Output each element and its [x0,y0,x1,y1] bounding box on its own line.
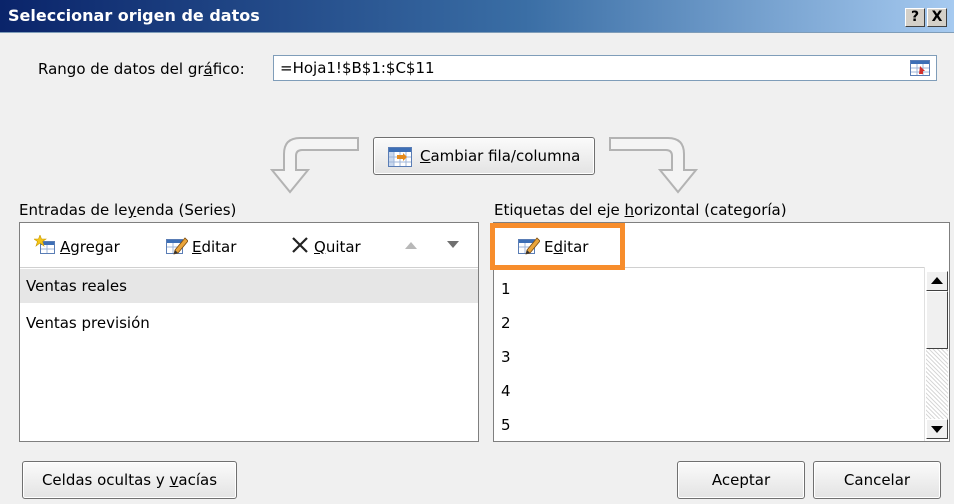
legend-entries-panel: Agregar Editar Quitar Ventas reales Vent… [19,222,479,442]
scroll-up-arrow-icon [931,277,943,284]
highlight-box [490,223,625,270]
category-item-3[interactable]: 3 [494,340,949,374]
help-button[interactable]: ? [905,8,925,27]
move-up-arrow-icon[interactable] [404,240,418,250]
axis-labels-title: Etiquetas del eje horizontal (categoría) [494,201,787,219]
remove-series-button[interactable]: Quitar [290,235,361,256]
curved-arrow-left-icon [269,137,359,194]
select-data-source-dialog: Seleccionar origen de datos ? X Rango de… [0,0,954,504]
close-button[interactable]: X [927,8,947,27]
edit-series-icon [166,237,189,255]
switch-row-column-button[interactable]: Cambiar fila/columna [373,137,595,175]
add-series-icon [33,234,55,254]
dialog-title: Seleccionar origen de datos [8,6,260,25]
edit-series-button[interactable]: Editar [166,235,236,256]
switch-row-column-label: Cambiar fila/columna [420,147,581,165]
hidden-empty-cells-button[interactable]: Celdas ocultas y vacías [22,461,237,499]
scroll-down-button[interactable] [926,419,948,439]
chart-range-value: =Hoja1!$B$1:$C$11 [280,59,435,77]
switch-row-column-icon [388,147,412,167]
legend-toolbar: Agregar Editar Quitar [20,223,478,268]
move-down-arrow-icon[interactable] [446,240,460,250]
scroll-track[interactable] [926,349,948,419]
chart-range-input[interactable]: =Hoja1!$B$1:$C$11 [273,55,937,81]
category-item-1[interactable]: 1 [494,272,949,306]
remove-x-icon [292,237,308,253]
scroll-thumb[interactable] [926,291,948,349]
category-item-4[interactable]: 4 [494,374,949,408]
legend-entries-title: Entradas de leyenda (Series) [19,201,237,219]
scroll-up-button[interactable] [926,271,948,291]
series-item-ventas-reales[interactable]: Ventas reales [20,269,478,303]
category-item-2[interactable]: 2 [494,306,949,340]
chart-range-label: Rango de datos del gráfico: [38,60,245,78]
category-item-5[interactable]: 5 [494,408,949,442]
add-series-button[interactable]: Agregar [33,234,120,256]
axis-list-scrollbar[interactable] [924,267,949,441]
ok-button[interactable]: Aceptar [677,461,805,499]
curved-arrow-right-icon [609,137,699,194]
cancel-button[interactable]: Cancelar [813,461,941,499]
collapse-range-icon[interactable] [910,60,930,76]
title-bar: Seleccionar origen de datos ? X [0,0,954,33]
scroll-down-arrow-icon [931,426,943,433]
series-item-ventas-prevision[interactable]: Ventas previsión [20,306,478,340]
